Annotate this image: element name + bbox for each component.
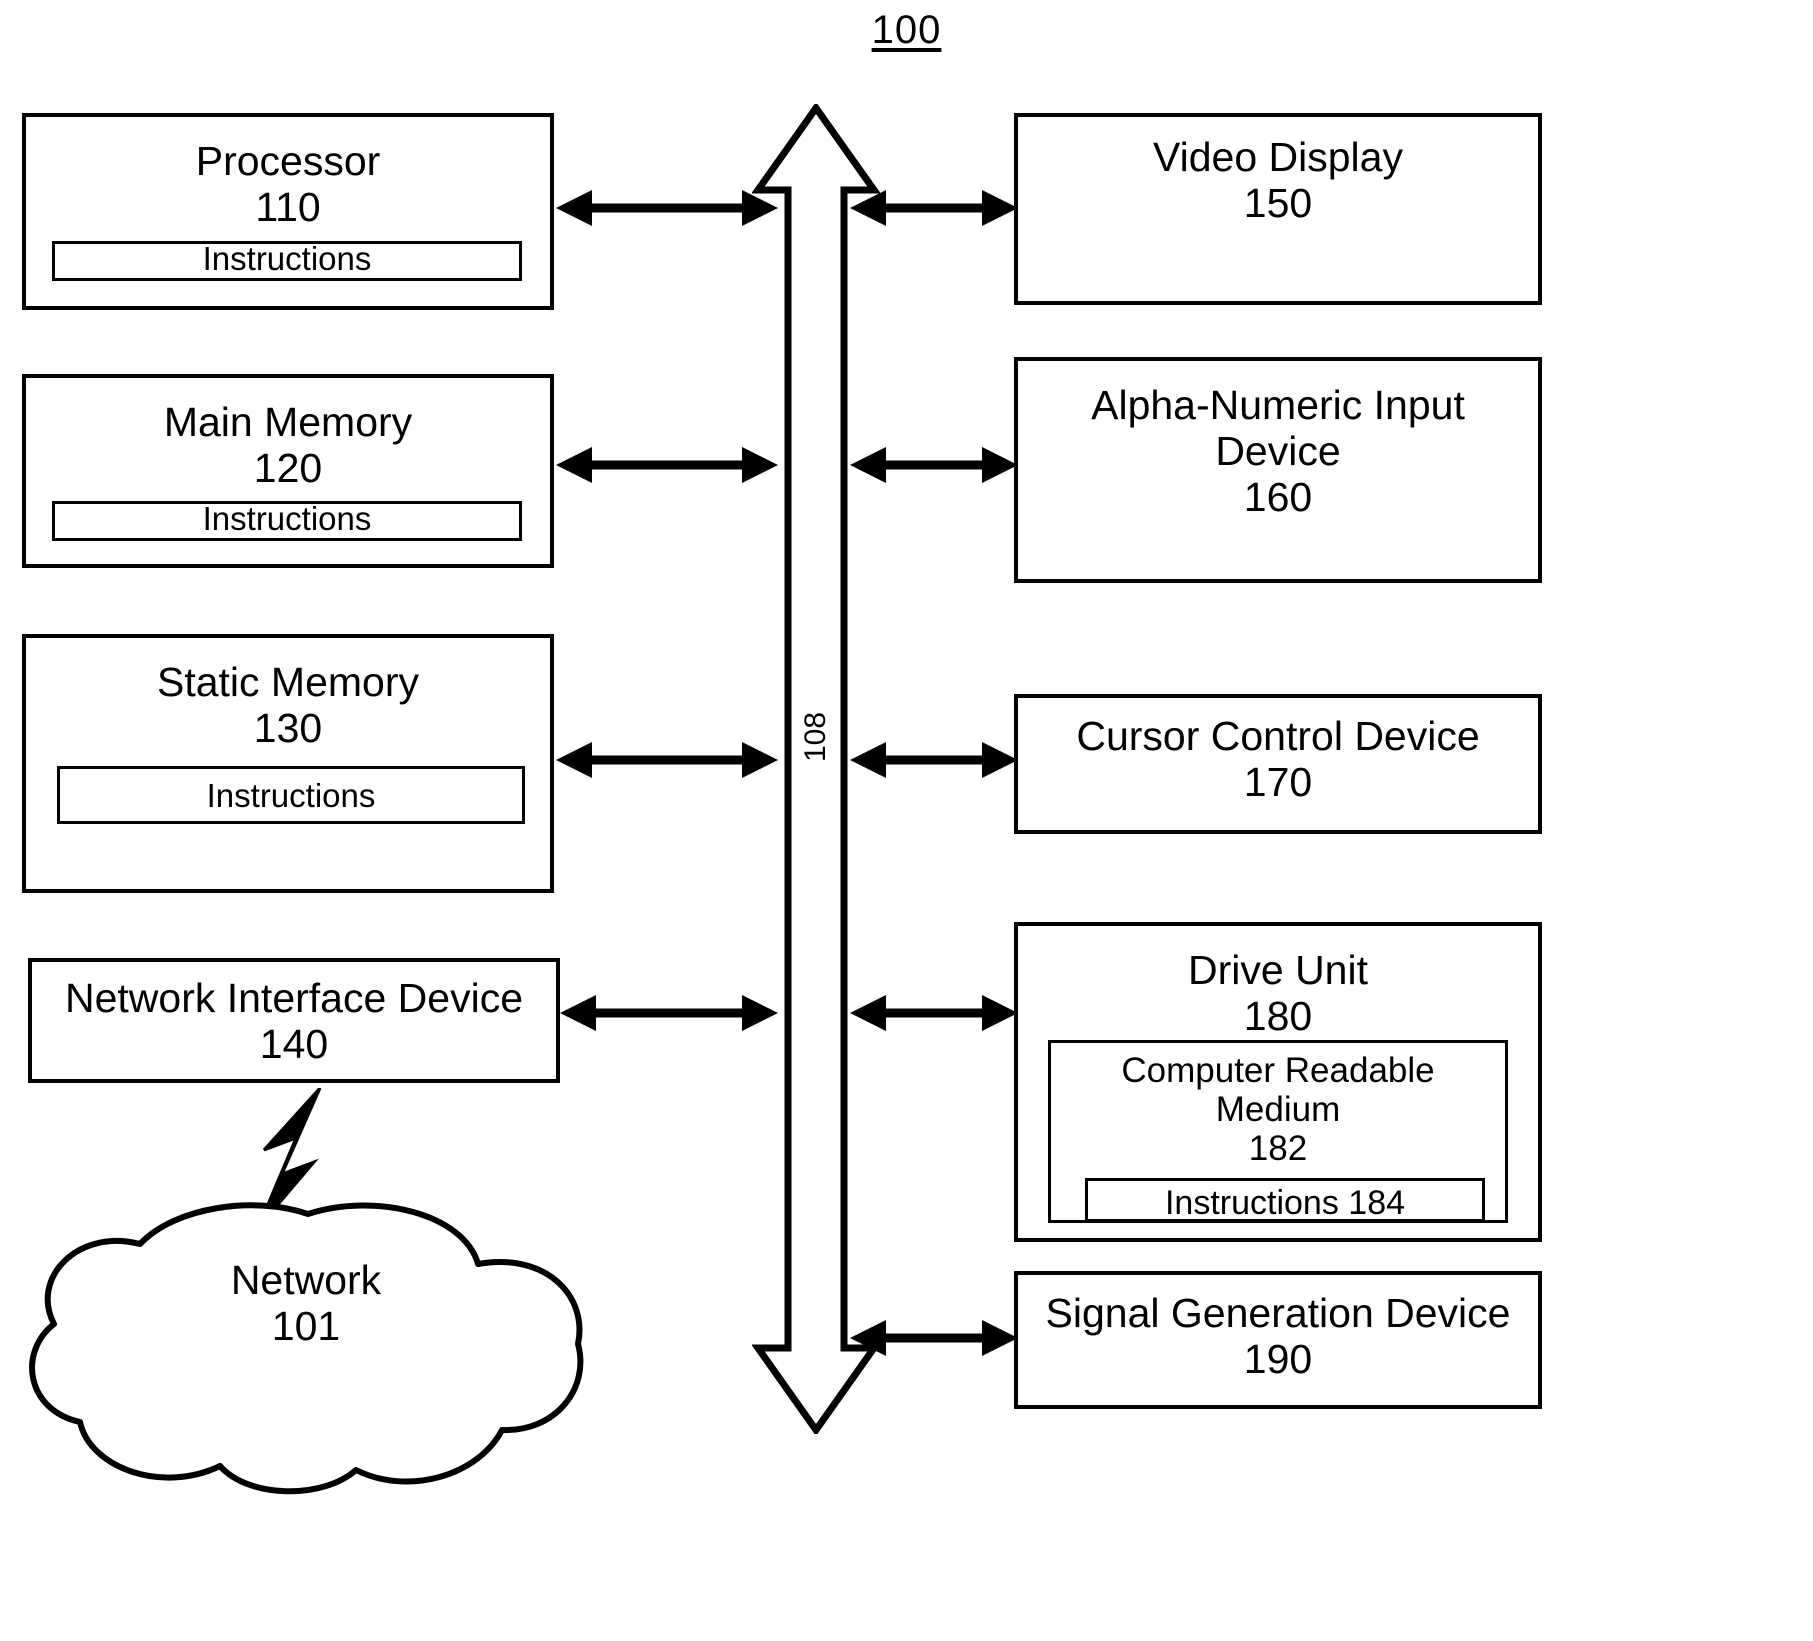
block-static-memory-number: 130 [253,704,323,751]
figure-canvas: 100 Processor 110 Instructions Main Memo… [0,0,1813,1641]
block-network-interface-device: Network Interface Device 140 [28,958,560,1083]
block-network-interface-device-number: 140 [259,1020,329,1067]
block-processor-instructions: Instructions [52,241,522,281]
block-static-memory: Static Memory 130 [22,634,554,893]
block-processor-title: Processor [195,138,381,184]
cloud-shape-icon [16,1200,596,1500]
connector-bus-alpha-numeric-input [850,442,1018,488]
block-signal-generation-device-number: 190 [1243,1335,1313,1382]
cloud-title: Network [230,1257,382,1303]
block-cursor-control-device-title: Cursor Control Device [1076,713,1480,759]
block-instructions-184-label: Instructions 184 [1164,1184,1406,1222]
connector-bus-cursor-control [850,737,1018,783]
block-cursor-control-device: Cursor Control Device 170 [1014,694,1542,834]
block-main-memory-instructions-label: Instructions [202,500,372,537]
connector-bus-drive-unit [850,990,1018,1036]
block-static-memory-title: Static Memory [157,659,419,705]
block-instructions-184: Instructions 184 [1085,1178,1485,1222]
block-video-display-number: 150 [1243,179,1313,226]
cloud-label-group: Network 101 [16,1257,596,1350]
block-computer-readable-medium-title-line1: Computer Readable [1121,1051,1435,1090]
block-processor-number: 110 [255,183,321,230]
block-processor-instructions-label: Instructions [202,240,372,277]
block-video-display: Video Display 150 [1014,113,1542,305]
block-drive-unit-number: 180 [1243,992,1313,1039]
block-alpha-numeric-input-device: Alpha-Numeric Input Device 160 [1014,357,1542,583]
block-static-memory-instructions-label: Instructions [206,777,376,814]
connector-bus-signal-generation [850,1315,1018,1361]
block-main-memory-title: Main Memory [163,399,413,445]
block-static-memory-instructions: Instructions [57,766,525,824]
block-computer-readable-medium-title-line2: Medium [1215,1090,1341,1130]
block-main-memory-instructions: Instructions [52,501,522,541]
connector-network-interface-bus [560,990,778,1036]
figure-number: 100 [871,8,942,52]
connector-bus-video-display [850,185,1018,231]
connector-processor-bus [556,185,778,231]
block-signal-generation-device-title: Signal Generation Device [1045,1290,1511,1336]
connector-main-memory-bus [556,442,778,488]
block-signal-generation-device: Signal Generation Device 190 [1014,1271,1542,1409]
connector-static-memory-bus [556,737,778,783]
cloud-number: 101 [271,1302,341,1349]
block-drive-unit-title: Drive Unit [1188,947,1368,993]
block-computer-readable-medium-number: 182 [1248,1129,1308,1169]
block-network-interface-device-title: Network Interface Device [64,975,523,1021]
system-bus-label: 108 [799,711,832,763]
block-alpha-numeric-input-device-number: 160 [1243,473,1313,520]
block-cursor-control-device-number: 170 [1243,758,1313,805]
block-alpha-numeric-input-device-title-line1: Alpha-Numeric Input [1091,382,1465,428]
block-video-display-title: Video Display [1153,134,1403,180]
block-alpha-numeric-input-device-title-line2: Device [1215,427,1341,474]
block-main-memory-number: 120 [253,444,323,491]
